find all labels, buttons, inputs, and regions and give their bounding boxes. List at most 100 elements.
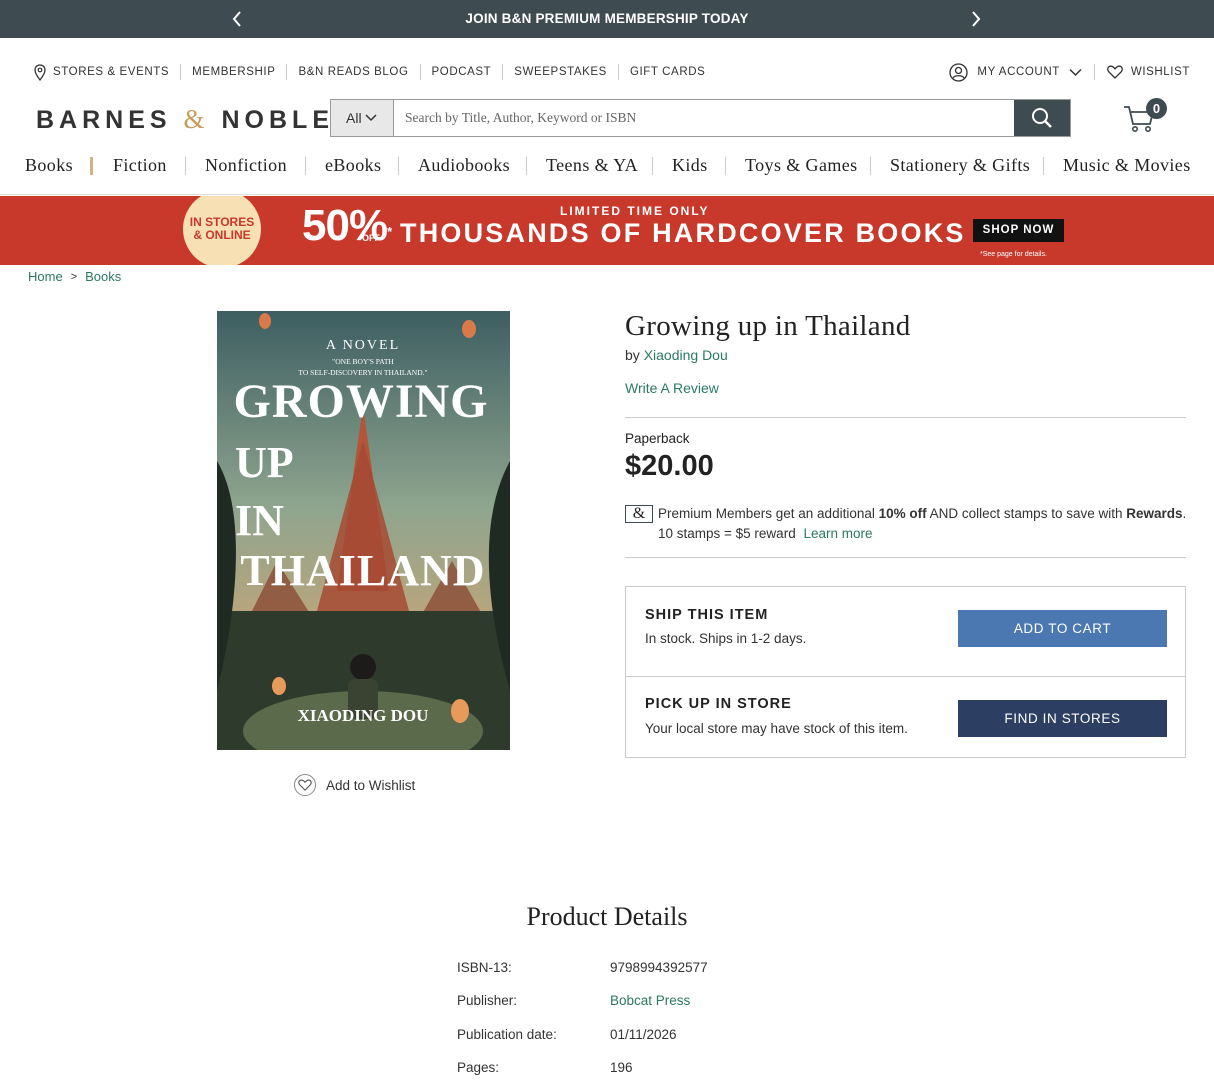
util-link-stores-events[interactable]: STORES & EVENTS <box>34 63 180 81</box>
product-title: Growing up in Thailand <box>625 310 911 342</box>
cover-author: XIAODING DOU <box>298 706 429 725</box>
wishlist-link[interactable]: WISHLIST <box>1107 65 1190 79</box>
cart-count-badge: 0 <box>1146 98 1167 119</box>
util-link-sweepstakes[interactable]: SWEEPSTAKES <box>502 64 618 80</box>
nav-stationery-gifts[interactable]: Stationery & Gifts <box>890 155 1030 176</box>
premium-text-b: AND collect stamps to save with <box>929 506 1123 521</box>
detail-label-pubdate: Publication date: <box>457 1027 557 1042</box>
product-format: Paperback <box>625 431 690 446</box>
util-link-gift-cards[interactable]: GIFT CARDS <box>617 64 716 80</box>
search-icon <box>1031 107 1053 129</box>
find-in-stores-button[interactable]: FIND IN STORES <box>958 700 1167 737</box>
nav-ebooks[interactable]: eBooks <box>325 155 381 176</box>
logo-ampersand: & <box>183 104 210 134</box>
search-button[interactable] <box>1014 100 1070 136</box>
promo-banner[interactable]: IN STORES & ONLINE 50%* OFF LIMITED TIME… <box>0 196 1214 265</box>
banner-limited: LIMITED TIME ONLY <box>560 204 710 218</box>
premium-text-a: Premium Members get an additional <box>658 506 875 521</box>
nav-nonfiction[interactable]: Nonfiction <box>205 155 287 176</box>
breadcrumb-home[interactable]: Home <box>28 269 63 284</box>
util-link-label: STORES & EVENTS <box>53 66 170 78</box>
heart-icon <box>1107 65 1123 79</box>
banner-headline: THOUSANDS OF HARDCOVER BOOKS <box>400 218 966 248</box>
util-link-blog[interactable]: B&N READS BLOG <box>286 64 419 80</box>
author-link[interactable]: Xiaoding Dou <box>644 347 728 363</box>
book-cover[interactable]: A NOVEL "ONE BOY'S PATH TO SELF-DISCOVER… <box>217 311 510 750</box>
nav-toys-games[interactable]: Toys & Games <box>745 155 858 176</box>
breadcrumb-separator: > <box>70 270 78 283</box>
cart-button[interactable]: 0 <box>1123 98 1169 136</box>
banner-percent-sup: * <box>387 224 393 239</box>
heart-icon <box>294 774 316 796</box>
utility-nav: STORES & EVENTS MEMBERSHIP B&N READS BLO… <box>0 62 1214 82</box>
nav-teens-ya[interactable]: Teens & YA <box>546 155 638 176</box>
util-link-podcast[interactable]: PODCAST <box>419 64 503 80</box>
search-category-select[interactable]: All <box>331 100 394 136</box>
by-label: by <box>625 347 640 363</box>
logo-part1: BARNES <box>36 106 172 134</box>
banner-percent: 50%* OFF <box>302 202 392 250</box>
cover-tag: A NOVEL <box>326 338 400 353</box>
product-price: $20.00 <box>625 450 714 482</box>
my-account-label: MY ACCOUNT <box>977 66 1060 78</box>
wishlist-label: WISHLIST <box>1130 66 1190 78</box>
breadcrumb-books[interactable]: Books <box>85 269 121 284</box>
user-circle-icon <box>949 62 969 82</box>
cover-title-word4: THAILAND <box>240 546 485 595</box>
barnes-noble-logo[interactable]: BARNES & NOBLE <box>36 104 334 135</box>
search-bar: All <box>330 99 1071 137</box>
detail-value-pages: 196 <box>610 1060 633 1075</box>
learn-more-link[interactable]: Learn more <box>803 526 872 541</box>
fulfillment-box: SHIP THIS ITEM In stock. Ships in 1-2 da… <box>625 586 1186 758</box>
util-link-membership[interactable]: MEMBERSHIP <box>180 64 286 80</box>
chevron-down-icon <box>1069 68 1082 77</box>
premium-line2: 10 stamps = $5 reward Learn more <box>658 526 873 541</box>
premium-period: . <box>1182 506 1187 521</box>
nav-music-movies[interactable]: Music & Movies <box>1063 155 1191 176</box>
ship-heading: SHIP THIS ITEM <box>645 607 769 623</box>
premium-rewards: Rewards <box>1126 506 1183 521</box>
cover-title-word3: IN <box>235 496 284 545</box>
detail-label-isbn: ISBN-13: <box>457 960 512 975</box>
detail-label-publisher: Publisher: <box>457 993 518 1008</box>
search-input[interactable] <box>394 100 1014 136</box>
banner-percent-off: OFF <box>362 233 380 243</box>
promo-bar: JOIN B&N PREMIUM MEMBERSHIP TODAY <box>0 0 1214 38</box>
product-details-heading: Product Details <box>526 902 688 931</box>
search-category-label: All <box>346 110 362 126</box>
breadcrumb: Home > Books <box>28 269 121 284</box>
detail-value-publisher[interactable]: Bobcat Press <box>610 993 690 1008</box>
chevron-right-icon[interactable] <box>968 9 984 29</box>
cover-quote-line1: "ONE BOY'S PATH <box>332 357 394 366</box>
nav-audiobooks[interactable]: Audiobooks <box>418 155 510 176</box>
in-stores-badge: IN STORES & ONLINE <box>183 196 261 265</box>
premium-discount: 10% off <box>878 506 927 521</box>
product-byline: by Xiaoding Dou <box>625 347 728 363</box>
nav-books[interactable]: Books <box>25 155 73 176</box>
premium-stamps: 10 stamps = $5 reward <box>658 526 796 541</box>
add-to-wishlist-button[interactable]: Add to Wishlist <box>294 774 415 796</box>
cover-title-word2: UP <box>235 438 294 487</box>
promo-message[interactable]: JOIN B&N PREMIUM MEMBERSHIP TODAY <box>0 11 1214 26</box>
add-to-cart-button[interactable]: ADD TO CART <box>958 610 1167 647</box>
ship-status: In stock. Ships in 1-2 days. <box>645 631 807 646</box>
pickup-heading: PICK UP IN STORE <box>645 696 792 712</box>
nav-fiction[interactable]: Fiction <box>113 155 167 176</box>
my-account-link[interactable]: MY ACCOUNT <box>949 62 1082 82</box>
nav-kids[interactable]: Kids <box>672 155 708 176</box>
category-nav: Books Fiction Nonfiction eBooks Audioboo… <box>0 153 1214 179</box>
location-pin-icon <box>34 63 46 81</box>
detail-value-pubdate: 01/11/2026 <box>610 1027 677 1042</box>
banner-fine-print: *See page for details. <box>980 251 1047 258</box>
logo-part2: NOBLE <box>221 106 334 134</box>
cover-title-word1: GROWING <box>233 375 488 428</box>
premium-line1: Premium Members get an additional 10% of… <box>658 506 1186 521</box>
badge-line2: & ONLINE <box>193 228 251 242</box>
write-review-link[interactable]: Write A Review <box>625 380 719 396</box>
detail-value-isbn: 9798994392577 <box>610 960 708 975</box>
detail-label-pages: Pages: <box>457 1060 500 1075</box>
pickup-status: Your local store may have stock of this … <box>645 721 908 736</box>
premium-badge: & <box>625 505 653 523</box>
chevron-down-icon <box>365 114 377 122</box>
shop-now-button[interactable]: SHOP NOW <box>973 219 1064 242</box>
